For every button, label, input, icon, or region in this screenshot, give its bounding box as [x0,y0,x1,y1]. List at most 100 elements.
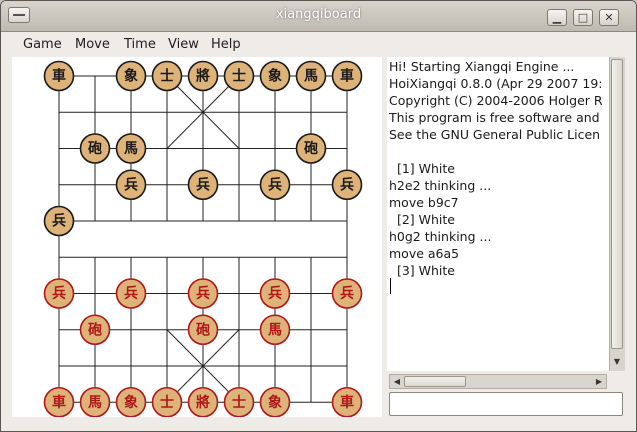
piece-label: 砲 [88,321,102,338]
black-piece[interactable]: 兵 [43,205,75,237]
black-piece[interactable]: 砲 [295,133,327,164]
scroll-left-arrow-icon[interactable]: ◀ [391,375,403,388]
red-piece[interactable]: 士 [151,386,183,417]
window-title: xiangqiboard [275,7,362,22]
log-line: [2] White [389,212,455,227]
minimize-button[interactable]: ▁ [547,9,567,26]
black-piece[interactable]: 馬 [115,133,147,164]
piece-label: 馬 [88,395,102,411]
scroll-right-arrow-icon[interactable]: ▶ [593,375,605,388]
red-piece[interactable]: 象 [259,386,291,417]
piece-label: 砲 [304,140,318,157]
red-piece[interactable]: 馬 [79,386,111,417]
log-line: This program is free software and [389,110,600,125]
piece-label: 兵 [340,285,354,302]
piece-label: 將 [196,68,210,85]
black-piece[interactable]: 兵 [331,169,363,201]
scroll-down-arrow-icon[interactable]: ▼ [611,355,623,368]
log-line: move b9c7 [389,195,459,210]
piece-label: 士 [160,68,174,85]
black-piece[interactable]: 象 [115,60,147,92]
log-line: h2e2 thinking ... [389,178,492,193]
log-line: [1] White [389,161,455,176]
black-piece[interactable]: 兵 [187,169,219,201]
red-piece[interactable]: 車 [331,386,363,417]
xiangqi-board[interactable]: 車象士將士象馬車砲馬砲兵兵兵兵兵兵兵兵兵兵砲砲馬車馬象士將士象車 [12,57,382,417]
board-grid [58,75,348,403]
piece-label: 象 [124,68,138,85]
red-piece[interactable]: 兵 [331,278,363,309]
menu-time[interactable]: Time [124,37,156,52]
board-canvas[interactable]: 車象士將士象馬車砲馬砲兵兵兵兵兵兵兵兵兵兵砲砲馬車馬象士將士象車 [12,57,382,417]
command-input[interactable] [389,392,623,416]
piece-label: 兵 [52,285,66,302]
red-piece[interactable]: 車 [43,386,75,417]
piece-label: 士 [160,394,174,411]
black-piece[interactable]: 象 [259,60,291,92]
menu-game[interactable]: Game [23,37,62,52]
red-piece[interactable]: 砲 [79,314,111,346]
black-piece[interactable]: 士 [223,60,255,92]
close-button[interactable]: ✕ [599,9,619,26]
horizontal-scroll-thumb[interactable] [404,376,466,387]
piece-label: 車 [340,394,354,411]
vertical-scroll-thumb[interactable] [611,59,623,349]
piece-label: 士 [232,394,246,411]
maximize-button[interactable]: □ [573,9,593,26]
piece-label: 砲 [196,321,210,338]
title-bar[interactable]: xiangqiboard ▁ □ ✕ [1,1,636,32]
black-piece[interactable]: 兵 [115,169,147,201]
piece-label: 兵 [52,213,66,230]
log-line: See the GNU General Public Licen [389,127,601,142]
piece-label: 兵 [196,285,210,302]
piece-label: 士 [232,68,246,85]
menu-bar: Game Move Time View Help [1,32,636,56]
piece-label: 車 [340,68,354,85]
red-piece[interactable]: 象 [115,386,147,417]
black-piece[interactable]: 馬 [295,60,327,92]
red-piece[interactable]: 士 [223,386,255,417]
red-piece[interactable]: 砲 [187,314,219,346]
piece-label: 兵 [268,176,282,193]
log-line: HoiXiangqi 0.8.0 (Apr 29 2007 19: [389,76,603,91]
piece-label: 兵 [340,176,354,193]
red-piece[interactable]: 將 [187,386,219,417]
menu-help[interactable]: Help [211,37,241,52]
black-piece[interactable]: 將 [187,60,219,92]
black-piece[interactable]: 兵 [259,169,291,201]
piece-label: 象 [268,68,282,85]
app-window: xiangqiboard ▁ □ ✕ Game Move Time View H… [0,0,637,432]
piece-label: 車 [52,394,66,411]
piece-label: 象 [124,394,138,411]
piece-label: 兵 [124,285,138,302]
log-line: Hi! Starting Xiangqi Engine ... [389,59,575,74]
black-piece[interactable]: 砲 [79,133,111,164]
text-caret [390,278,391,294]
piece-label: 兵 [124,176,138,193]
vertical-scrollbar[interactable]: ▼ [609,57,625,371]
piece-label: 車 [52,68,66,85]
piece-label: 將 [196,394,210,411]
menu-move[interactable]: Move [75,37,110,52]
red-piece[interactable]: 兵 [187,278,219,309]
log-line: [3] White [389,263,455,278]
black-piece[interactable]: 士 [151,60,183,92]
piece-label: 馬 [304,69,318,85]
piece-label: 兵 [268,285,282,302]
piece-label: 砲 [88,140,102,157]
red-piece[interactable]: 兵 [259,278,291,309]
piece-label: 馬 [124,141,138,157]
horizontal-scrollbar[interactable]: ◀ ▶ [389,374,607,389]
menu-view[interactable]: View [168,37,199,52]
piece-label: 兵 [196,176,210,193]
log-line: Copyright (C) 2004-2006 Holger R [389,93,603,108]
black-piece[interactable]: 車 [43,60,75,92]
piece-label: 象 [268,394,282,411]
red-piece[interactable]: 兵 [43,278,75,309]
black-piece[interactable]: 車 [331,60,363,92]
log-line: move a6a5 [389,246,460,261]
red-piece[interactable]: 兵 [115,278,147,309]
log-line: h0g2 thinking ... [389,229,492,244]
engine-log[interactable]: Hi! Starting Xiangqi Engine ... HoiXiangq… [387,57,609,371]
red-piece[interactable]: 馬 [259,314,291,346]
